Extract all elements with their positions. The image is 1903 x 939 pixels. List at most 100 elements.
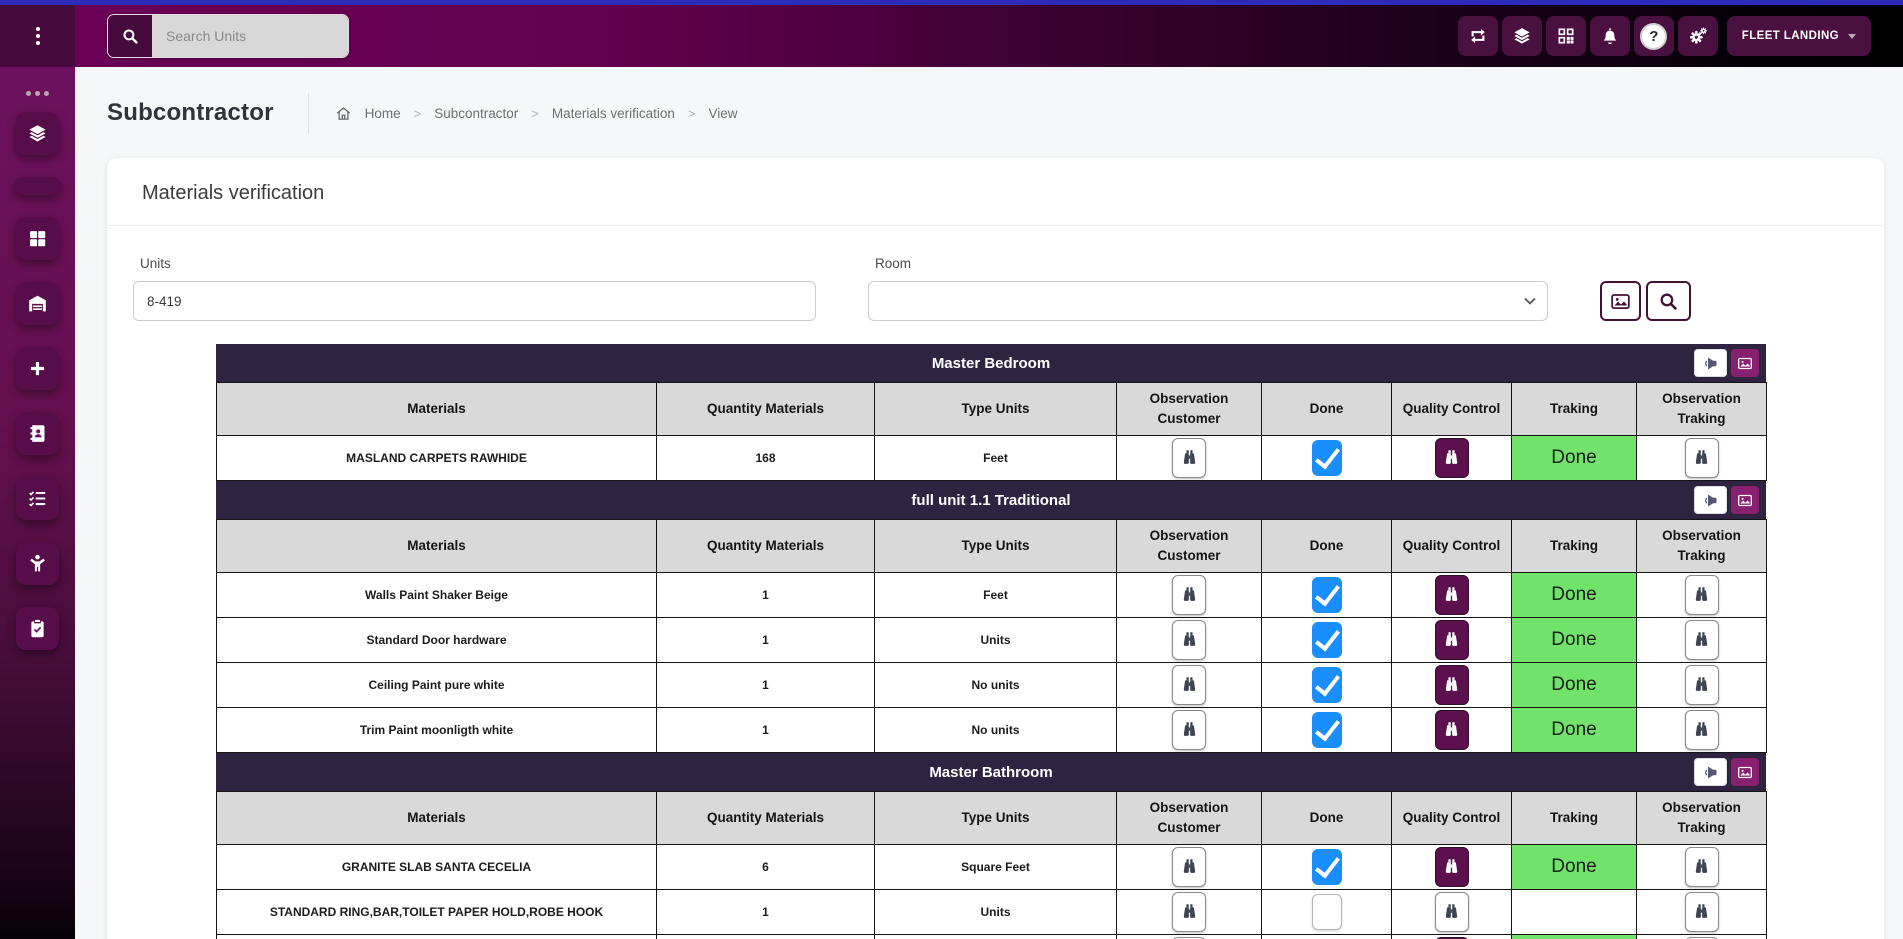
observation-traking-button[interactable] xyxy=(1685,710,1719,750)
quantity-cell: 6 xyxy=(657,845,875,890)
breadcrumb-separator-icon: > xyxy=(414,106,422,121)
account-menu-button[interactable]: FLEET LANDING xyxy=(1727,16,1871,56)
breadcrumb-item[interactable]: Materials verification xyxy=(552,106,675,121)
section-title: Master Bedroom xyxy=(932,355,1050,372)
images-button[interactable] xyxy=(1600,281,1641,321)
filters: Units Room xyxy=(107,226,1884,321)
observation-customer-button[interactable] xyxy=(1172,665,1206,705)
done-checkbox[interactable] xyxy=(1312,622,1342,658)
materials-cell: Ceiling Paint pure white xyxy=(217,663,657,708)
section-table: MaterialsQuantity MaterialsType UnitsObs… xyxy=(216,519,1767,753)
sidebar-item-warehouse[interactable] xyxy=(16,282,59,325)
ellipsis-icon xyxy=(26,91,49,96)
done-checkbox[interactable] xyxy=(1312,667,1342,703)
observation-customer-cell xyxy=(1117,573,1262,618)
done-checkbox[interactable] xyxy=(1312,849,1342,885)
observation-traking-button[interactable] xyxy=(1685,620,1719,660)
sidebar-item-inspections[interactable] xyxy=(16,607,59,650)
settings-button[interactable] xyxy=(1678,16,1718,56)
home-icon[interactable] xyxy=(335,105,352,122)
column-header: Materials xyxy=(217,520,657,573)
announce-button[interactable] xyxy=(1694,758,1727,786)
table-search-button[interactable] xyxy=(1646,281,1691,321)
sidebar-item-child[interactable] xyxy=(16,542,59,585)
materials-cell: STANDARD RING,BAR,TOILET PAPER HOLD,ROBE… xyxy=(217,890,657,935)
sidebar-item-add[interactable] xyxy=(16,347,59,390)
units-input[interactable] xyxy=(133,281,816,321)
qr-code-button[interactable] xyxy=(1546,16,1586,56)
observation-traking-button[interactable] xyxy=(1685,892,1719,932)
observation-customer-cell xyxy=(1117,436,1262,481)
image-icon xyxy=(1737,355,1753,372)
done-checkbox[interactable] xyxy=(1312,894,1342,930)
traking-cell: Done xyxy=(1512,935,1637,939)
sidebar-item-layers[interactable] xyxy=(16,112,59,155)
section-images-button[interactable] xyxy=(1731,349,1759,377)
breadcrumb-separator-icon: > xyxy=(531,106,539,121)
observation-traking-button[interactable] xyxy=(1685,575,1719,615)
section-images-button[interactable] xyxy=(1731,486,1759,514)
search-icon xyxy=(121,27,140,46)
observation-customer-cell xyxy=(1117,663,1262,708)
column-header: Done xyxy=(1262,792,1392,845)
observation-traking-button[interactable] xyxy=(1685,847,1719,887)
card-title: Materials verification xyxy=(107,158,1884,226)
column-header: Done xyxy=(1262,383,1392,436)
observation-customer-button[interactable] xyxy=(1172,575,1206,615)
sidebar-item-tasks[interactable] xyxy=(16,477,59,520)
traking-cell: Done xyxy=(1512,845,1637,890)
room-select[interactable] xyxy=(868,281,1548,321)
observation-customer-button[interactable] xyxy=(1172,892,1206,932)
materials-section: Master Bedroom MaterialsQuantity Materia… xyxy=(216,344,1766,481)
observation-customer-button[interactable] xyxy=(1172,438,1206,478)
binoculars-icon xyxy=(1442,721,1461,740)
quality-control-button[interactable] xyxy=(1435,710,1469,750)
materials-cell xyxy=(217,935,657,939)
sidebar-item-contacts[interactable] xyxy=(16,412,59,455)
done-checkbox[interactable] xyxy=(1312,577,1342,613)
sidebar-item-grid[interactable] xyxy=(16,217,59,260)
type-units-cell: Square Feet xyxy=(875,845,1117,890)
quality-control-button[interactable] xyxy=(1435,620,1469,660)
traking-cell: Done xyxy=(1512,436,1637,481)
quality-control-cell xyxy=(1392,845,1512,890)
quality-control-button[interactable] xyxy=(1435,438,1469,478)
search-input[interactable] xyxy=(152,15,348,57)
materials-cell: Walls Paint Shaker Beige xyxy=(217,573,657,618)
quality-control-button[interactable] xyxy=(1435,575,1469,615)
search-icon-button[interactable] xyxy=(108,15,152,57)
breadcrumb-item[interactable]: Subcontractor xyxy=(434,106,518,121)
observation-customer-button[interactable] xyxy=(1172,620,1206,660)
notifications-button[interactable] xyxy=(1590,16,1630,56)
observation-customer-button[interactable] xyxy=(1172,847,1206,887)
done-cell xyxy=(1262,890,1392,935)
repeat-button[interactable] xyxy=(1458,16,1498,56)
column-header: Quality Control xyxy=(1392,520,1512,573)
breadcrumb-item[interactable]: Home xyxy=(365,106,401,121)
materials-table: Master Bedroom Materials Quantity Materia… xyxy=(216,344,1766,939)
observation-traking-cell xyxy=(1637,663,1767,708)
observation-customer-button[interactable] xyxy=(1172,710,1206,750)
column-header: Type Units xyxy=(875,520,1117,573)
observation-traking-button[interactable] xyxy=(1685,665,1719,705)
done-checkbox[interactable] xyxy=(1312,712,1342,748)
layers-button[interactable] xyxy=(1502,16,1542,56)
observation-traking-button[interactable] xyxy=(1685,438,1719,478)
top-accent-strip xyxy=(0,0,1903,5)
child-icon xyxy=(27,553,48,574)
binoculars-icon xyxy=(1692,676,1711,695)
breadcrumb-item: View xyxy=(709,106,738,121)
done-checkbox[interactable] xyxy=(1312,440,1342,476)
table-row: Walls Paint Shaker Beige1Feet Done xyxy=(217,573,1767,618)
kebab-menu-icon[interactable] xyxy=(30,21,46,51)
materials-cell: Trim Paint moonligth white xyxy=(217,708,657,753)
quality-control-button[interactable] xyxy=(1435,665,1469,705)
quality-control-button[interactable] xyxy=(1435,847,1469,887)
announce-button[interactable] xyxy=(1694,349,1727,377)
help-button[interactable]: ? xyxy=(1634,16,1674,56)
quality-control-button[interactable] xyxy=(1435,892,1469,932)
section-images-button[interactable] xyxy=(1731,758,1759,786)
materials-cell: Standard Door hardware xyxy=(217,618,657,663)
announce-button[interactable] xyxy=(1694,486,1727,514)
column-header: Quantity Materials xyxy=(657,383,875,436)
